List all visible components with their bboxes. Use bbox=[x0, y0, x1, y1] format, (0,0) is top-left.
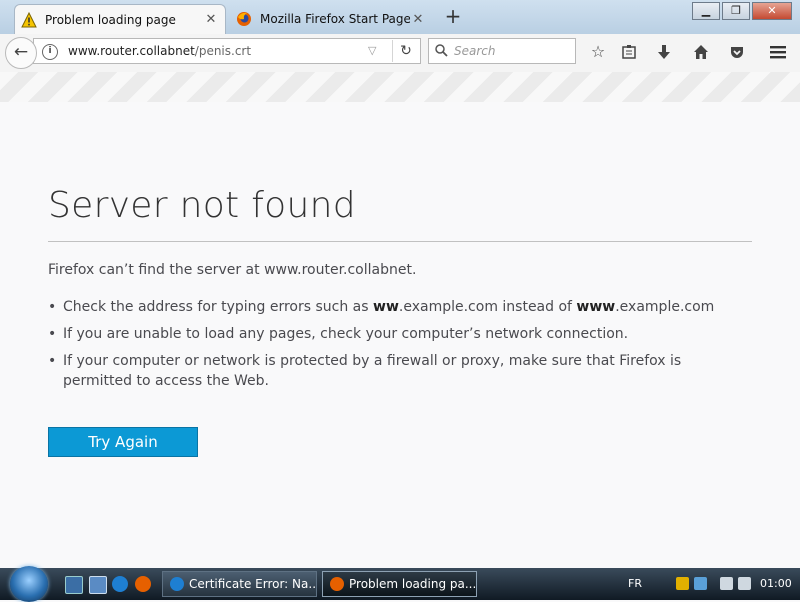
list-item: • If you are unable to load any pages, c… bbox=[48, 324, 748, 344]
address-bar[interactable]: i www.router.collabnet/penis.crt ▽ ↻ bbox=[33, 38, 421, 64]
taskbar-item-label: Certificate Error: Na... bbox=[189, 577, 317, 591]
close-tab-icon[interactable]: ✕ bbox=[410, 12, 426, 27]
info-icon[interactable]: i bbox=[42, 44, 58, 60]
search-placeholder: Search bbox=[454, 44, 496, 58]
url-domain: www.router.collabnet bbox=[68, 44, 195, 58]
minimize-button[interactable]: ▁ bbox=[692, 2, 720, 20]
suggestion-text: Check the address for typing errors such… bbox=[63, 299, 374, 315]
navigation-toolbar: i www.router.collabnet/penis.crt ▽ ↻ ← S… bbox=[0, 34, 800, 73]
network-icon[interactable] bbox=[694, 577, 707, 590]
downloads-icon[interactable] bbox=[652, 40, 676, 64]
list-item: • Check the address for typing errors su… bbox=[48, 297, 748, 317]
close-tab-icon[interactable]: ✕ bbox=[203, 12, 219, 27]
suggestion-text: .example.com instead of bbox=[398, 299, 577, 315]
bookmark-star-icon[interactable]: ☆ bbox=[586, 40, 610, 64]
bookmarks-menu-icon[interactable] bbox=[617, 40, 641, 64]
close-window-button[interactable]: ✕ bbox=[752, 2, 792, 20]
suggestion-text: If your computer or network is protected… bbox=[63, 353, 682, 389]
tab-problem-loading-page[interactable]: Problem loading page ✕ bbox=[14, 4, 226, 34]
display-icon[interactable] bbox=[720, 577, 733, 590]
security-shield-icon[interactable] bbox=[676, 577, 689, 590]
volume-muted-icon[interactable] bbox=[738, 577, 751, 590]
restore-button[interactable]: ❐ bbox=[722, 2, 750, 20]
suggestion-text: If you are unable to load any pages, che… bbox=[63, 326, 629, 342]
new-tab-button[interactable]: + bbox=[441, 6, 465, 28]
firefox-icon bbox=[236, 11, 252, 27]
page-stripe-decoration bbox=[0, 72, 800, 102]
back-button[interactable]: ← bbox=[5, 37, 37, 69]
url-path: /penis.crt bbox=[194, 44, 252, 58]
language-indicator[interactable]: FR bbox=[628, 568, 642, 600]
title-divider bbox=[48, 241, 752, 242]
list-item: • If your computer or network is protect… bbox=[48, 351, 748, 391]
taskbar-item-label: Problem loading pa... bbox=[349, 577, 477, 591]
firefox-icon[interactable] bbox=[135, 576, 151, 592]
taskbar-item-firefox[interactable]: Problem loading pa... bbox=[322, 571, 477, 597]
pocket-icon[interactable] bbox=[725, 40, 749, 64]
menu-hamburger-icon[interactable] bbox=[766, 40, 790, 64]
suggestion-bold: www bbox=[576, 299, 616, 315]
reload-icon[interactable]: ↻ bbox=[392, 40, 419, 62]
back-arrow-icon: ← bbox=[13, 42, 29, 62]
url-text: www.router.collabnet/penis.crt bbox=[68, 39, 251, 63]
title-bar: Problem loading page ✕ Mozilla Firefox S… bbox=[0, 0, 800, 34]
show-desktop-icon[interactable] bbox=[65, 576, 83, 594]
bullet-icon: • bbox=[48, 353, 57, 369]
suggestion-text: .example.com bbox=[615, 299, 715, 315]
taskbar-item-ie[interactable]: Certificate Error: Na... bbox=[162, 571, 317, 597]
tab-label: Mozilla Firefox Start Page bbox=[260, 12, 410, 26]
switch-windows-icon[interactable] bbox=[89, 576, 107, 594]
tab-label: Problem loading page bbox=[45, 12, 176, 27]
history-dropdown-icon[interactable]: ▽ bbox=[368, 39, 376, 63]
error-page: Server not found Firefox can’t find the … bbox=[0, 102, 800, 568]
start-button[interactable] bbox=[10, 566, 48, 602]
ie-icon bbox=[170, 577, 184, 591]
suggestion-bold: ww bbox=[373, 299, 399, 315]
bullet-icon: • bbox=[48, 299, 57, 315]
clock[interactable]: 01:00 bbox=[760, 568, 792, 600]
search-input[interactable]: Search bbox=[428, 38, 576, 64]
tab-firefox-start-page[interactable]: Mozilla Firefox Start Page ✕ bbox=[230, 4, 432, 34]
error-description: Firefox can’t find the server at www.rou… bbox=[48, 262, 417, 278]
bullet-icon: • bbox=[48, 326, 57, 342]
ie-icon[interactable] bbox=[112, 576, 128, 592]
warning-icon bbox=[21, 11, 37, 28]
try-again-button[interactable]: Try Again bbox=[48, 427, 198, 457]
firefox-icon bbox=[330, 577, 344, 591]
suggestion-list: • Check the address for typing errors su… bbox=[48, 297, 748, 398]
search-icon bbox=[435, 39, 448, 66]
page-title: Server not found bbox=[48, 185, 356, 226]
window-controls: ▁ ❐ ✕ bbox=[690, 2, 792, 20]
home-icon[interactable] bbox=[689, 40, 713, 64]
taskbar: Certificate Error: Na... Problem loading… bbox=[0, 566, 800, 602]
